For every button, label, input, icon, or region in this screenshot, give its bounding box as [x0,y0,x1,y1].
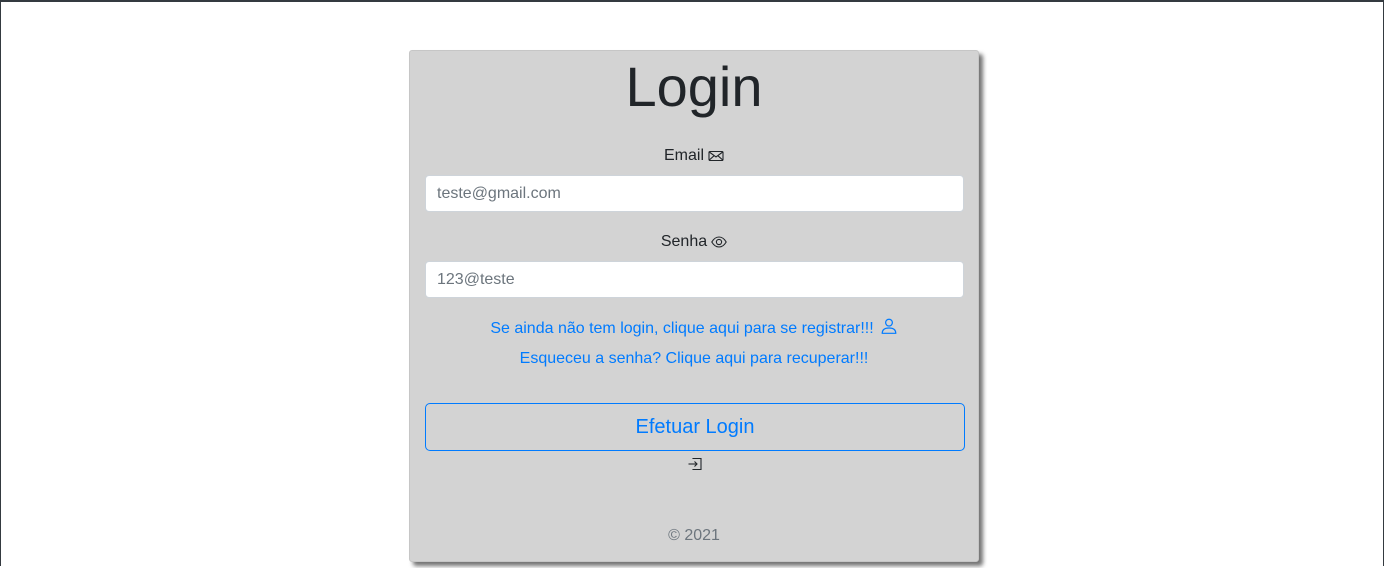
register-link-text: Se ainda não tem login, clique aqui para… [490,320,874,337]
envelope-icon [708,148,724,164]
email-field[interactable] [425,175,964,212]
person-icon [880,317,898,341]
email-label-row: Email [410,146,978,166]
login-card: Login Email Senha Se ainda não tem login… [409,50,979,562]
forgot-password-link[interactable]: Esqueceu a senha? Clique aqui para recup… [410,349,978,369]
login-button[interactable]: Efetuar Login [425,403,965,451]
password-label-row: Senha [410,232,978,252]
password-field[interactable] [425,261,964,298]
page-title: Login [625,55,763,118]
email-label: Email [663,147,704,164]
box-arrow-in-right-icon [687,456,703,477]
register-link[interactable]: Se ainda não tem login, clique aqui para… [410,317,978,341]
eye-icon [711,234,727,250]
password-label: Senha [660,233,708,250]
copyright-footer: © 2021 [668,527,720,544]
